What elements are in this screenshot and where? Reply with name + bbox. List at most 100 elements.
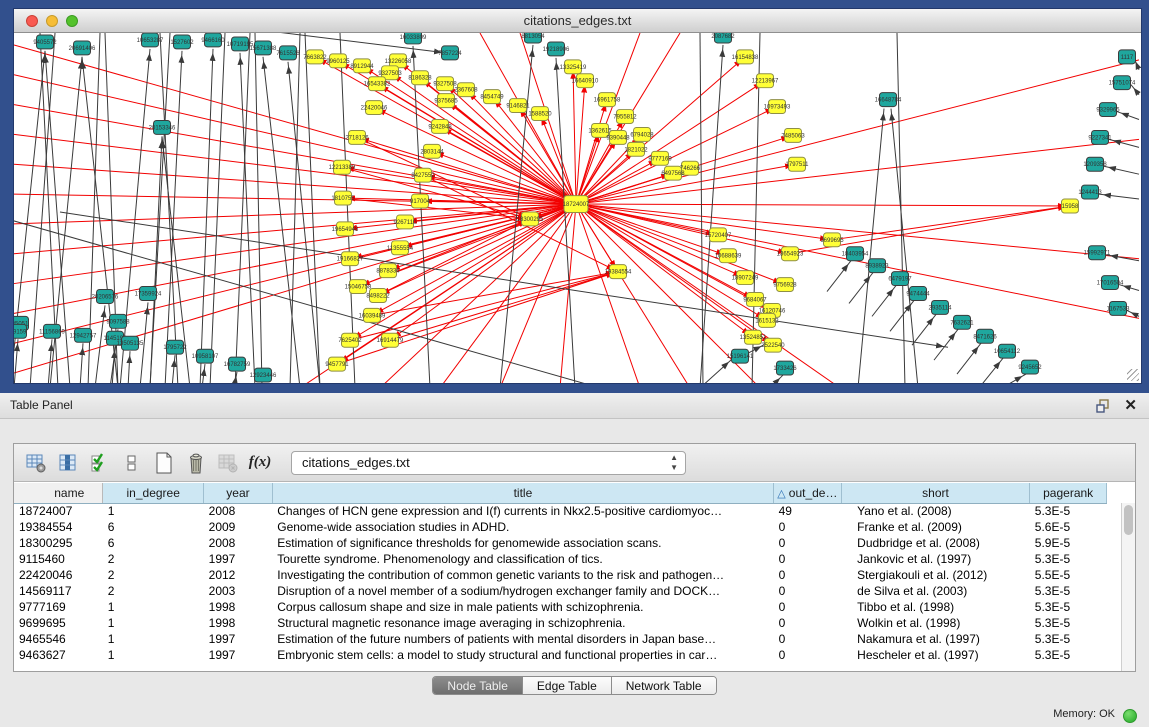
table-cell[interactable]: 5.5E-5 <box>1030 567 1107 583</box>
graph-node[interactable]: 17016504 <box>1097 276 1124 290</box>
graph-node[interactable]: 15196141 <box>727 349 754 363</box>
table-cell[interactable]: 0 <box>774 631 842 647</box>
table-cell[interactable]: 2003 <box>204 583 273 599</box>
graph-node[interactable]: 8813054 <box>521 33 545 43</box>
graph-node[interactable]: 15992971 <box>1084 246 1111 260</box>
graph-node[interactable]: 8427552 <box>411 168 435 182</box>
graph-node[interactable]: 9245652 <box>1018 360 1042 374</box>
graph-node[interactable]: 8498222 <box>366 289 390 303</box>
graph-node[interactable]: 1117 <box>1119 50 1136 64</box>
graph-node[interactable]: 19218906 <box>543 42 570 56</box>
graph-node[interactable]: 9227341 <box>1088 130 1112 144</box>
graph-node[interactable]: 9405572 <box>33 35 57 49</box>
table-cell[interactable]: Wolkin et al. (1998) <box>841 615 1030 631</box>
table-row[interactable]: 1938455462009Genome-wide association stu… <box>14 519 1107 535</box>
graph-node[interactable]: 7632621 <box>950 315 974 329</box>
graph-node[interactable]: 9466160 <box>201 33 225 47</box>
graph-node[interactable]: 1527602 <box>170 35 194 49</box>
resize-grip[interactable] <box>1127 369 1139 381</box>
table-cell[interactable]: 1 <box>103 647 204 663</box>
table-cell[interactable]: 0 <box>774 567 842 583</box>
table-cell[interactable]: 5.3E-5 <box>1030 583 1107 599</box>
graph-node[interactable]: 6794028 <box>630 127 654 141</box>
table-header-row[interactable]: namein_degreeyeartitle△out_de…shortpager… <box>14 483 1107 503</box>
graph-node[interactable]: 16782759 <box>224 357 251 371</box>
graph-node[interactable]: 7663822 <box>303 50 327 64</box>
table-cell[interactable]: Structural magnetic resonance image aver… <box>272 615 773 631</box>
graph-node[interactable]: 9960125 <box>326 54 350 68</box>
table-cell[interactable]: 5.3E-5 <box>1030 551 1107 567</box>
graph-node[interactable]: 8938923 <box>865 259 889 273</box>
table-cell[interactable]: Genome-wide association studies in ADHD. <box>272 519 773 535</box>
table-cell[interactable]: 0 <box>774 615 842 631</box>
table-row[interactable]: 946362711997Embryonic stem cells: a mode… <box>14 647 1107 663</box>
table-row[interactable]: 911546021997Tourette syndrome. Phenomeno… <box>14 551 1107 567</box>
table-cell[interactable]: 0 <box>774 551 842 567</box>
graph-node[interactable]: 13325419 <box>560 60 587 74</box>
graph-node[interactable]: 2718126 <box>345 130 369 144</box>
graph-node[interactable]: 13654923 <box>777 247 804 261</box>
graph-node[interactable]: 8912944 <box>350 59 374 73</box>
table-cell[interactable]: 1 <box>103 615 204 631</box>
table-cell[interactable]: 22420046 <box>14 567 103 583</box>
table-cell[interactable]: 2012 <box>204 567 273 583</box>
graph-node[interactable]: 15958 <box>1062 199 1079 213</box>
table-cell[interactable]: 18300295 <box>14 535 103 551</box>
table-cell[interactable]: 1 <box>103 599 204 615</box>
graph-node[interactable]: 39159 <box>14 324 27 338</box>
table-cell[interactable]: 49 <box>774 503 842 519</box>
table-row[interactable]: 1872400712008Changes of HCN gene express… <box>14 503 1107 519</box>
table-cell[interactable]: 19384554 <box>14 519 103 535</box>
network-view[interactable]: 1872400718300295193845547663822996012589… <box>14 33 1141 383</box>
table-scrollbar[interactable] <box>1121 503 1135 671</box>
graph-node[interactable]: 1588520 <box>528 107 552 121</box>
graph-node[interactable]: 917004 <box>410 194 431 208</box>
graph-node[interactable]: 1821022 <box>624 142 648 156</box>
graph-node[interactable]: 9699695 <box>820 233 844 247</box>
table-cell[interactable]: Investigating the contribution of common… <box>272 567 773 583</box>
table-cell[interactable]: 9465546 <box>14 631 103 647</box>
graph-node[interactable]: 1209358 <box>1083 157 1107 171</box>
table-cell[interactable]: 0 <box>774 519 842 535</box>
new-column-icon[interactable] <box>151 450 177 476</box>
graph-node[interactable]: 8878334 <box>376 264 400 278</box>
table-cell[interactable]: 18724007 <box>14 503 103 519</box>
table-cell[interactable]: Tibbo et al. (1998) <box>841 599 1030 615</box>
graph-node[interactable]: 7857224 <box>438 46 462 60</box>
column-header-in_degree[interactable]: in_degree <box>103 483 204 503</box>
table-cell[interactable]: Yano et al. (2008) <box>841 503 1030 519</box>
table-cell[interactable]: 9699695 <box>14 615 103 631</box>
column-header-pagerank[interactable]: pagerank <box>1030 483 1107 503</box>
graph-node[interactable]: 6497568 <box>661 166 685 180</box>
graph-node[interactable]: 8454749 <box>480 90 504 104</box>
function-builder-icon[interactable]: f(x) <box>247 450 273 476</box>
select-all-icon[interactable] <box>87 450 113 476</box>
node-table[interactable]: namein_degreeyeartitle△out_de…shortpager… <box>14 483 1107 663</box>
table-cell[interactable]: 5.3E-5 <box>1030 615 1107 631</box>
table-cell[interactable]: 1997 <box>204 647 273 663</box>
table-cell[interactable]: 9463627 <box>14 647 103 663</box>
table-cell[interactable]: Dudbridge et al. (2008) <box>841 535 1030 551</box>
table-cell[interactable]: 6 <box>103 535 204 551</box>
graph-node[interactable]: 16154838 <box>732 50 759 64</box>
float-panel-icon[interactable] <box>1095 398 1111 414</box>
table-cell[interactable]: Jankovic et al. (1997) <box>841 551 1030 567</box>
table-cell[interactable]: 5.3E-5 <box>1030 503 1107 519</box>
table-cell[interactable]: 5.6E-5 <box>1030 519 1107 535</box>
tab-node-table[interactable]: Node Table <box>433 677 523 694</box>
table-cell[interactable]: 2009 <box>204 519 273 535</box>
table-cell[interactable]: Disruption of a novel member of a sodium… <box>272 583 773 599</box>
graph-node[interactable]: 2522540 <box>761 338 785 352</box>
graph-node[interactable]: 8186328 <box>408 71 432 85</box>
graph-node[interactable]: 19166827 <box>337 252 364 266</box>
table-cell[interactable]: Embryonic stem cells: a model to study s… <box>272 647 773 663</box>
table-cell[interactable]: 5.3E-5 <box>1030 647 1107 663</box>
table-cell[interactable]: 1997 <box>204 551 273 567</box>
table-row[interactable]: 969969511998Structural magnetic resonanc… <box>14 615 1107 631</box>
graph-node[interactable]: 15751074 <box>1109 76 1136 90</box>
graph-node[interactable]: 10958107 <box>192 349 219 363</box>
graph-hub-node[interactable]: 18724007 <box>563 196 590 213</box>
table-cell[interactable]: 1997 <box>204 631 273 647</box>
table-cell[interactable]: 1998 <box>204 599 273 615</box>
table-cell[interactable]: 2 <box>103 551 204 567</box>
